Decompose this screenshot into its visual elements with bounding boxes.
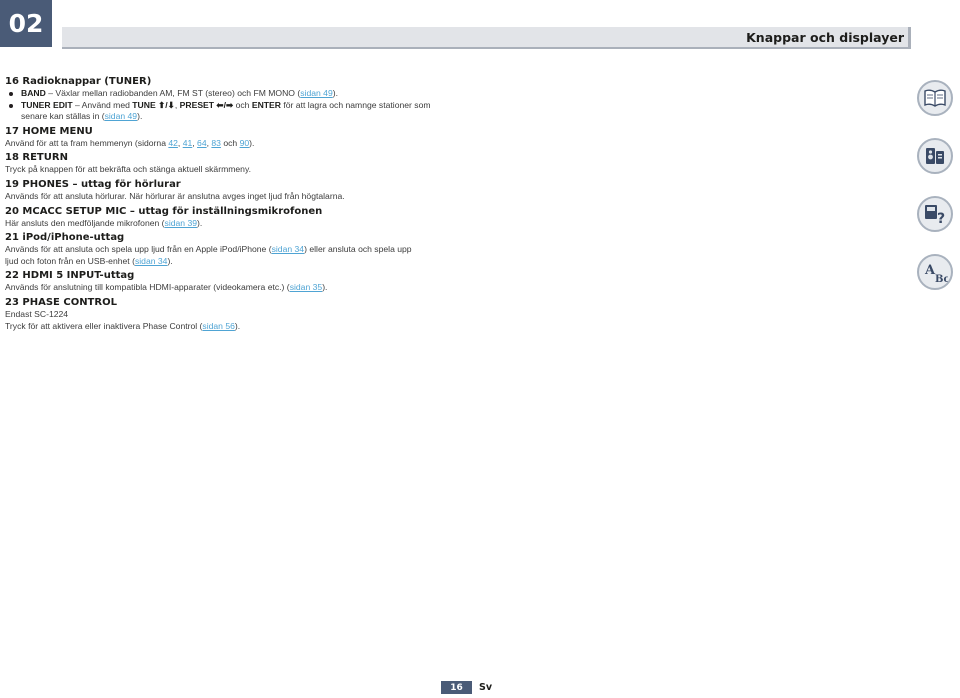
svg-text:Bc: Bc bbox=[935, 274, 948, 284]
remote-receiver-icon[interactable] bbox=[917, 138, 953, 174]
book-icon[interactable] bbox=[917, 80, 953, 116]
body-text: Tryck på knappen för att bekräfta och st… bbox=[5, 164, 455, 176]
text-run: Endast SC-1224 bbox=[5, 308, 69, 319]
svg-text:?: ? bbox=[937, 211, 945, 226]
body-text: Används för anslutning till kompatibla H… bbox=[5, 282, 455, 294]
body-text: Används för att ansluta och spela upp lj… bbox=[5, 244, 455, 256]
text-run: senare kan ställas in ( bbox=[21, 111, 105, 122]
section-heading: 22 HDMI 5 INPUT-uttag bbox=[5, 270, 135, 282]
chapter-number: 02 bbox=[0, 0, 52, 47]
body-text: Här ansluts den medföljande mikrofonen (… bbox=[5, 218, 455, 230]
text-run: för att lagra och namnge stationer som bbox=[281, 99, 431, 110]
body-text: Tryck för att aktivera eller inaktivera … bbox=[5, 321, 455, 333]
faq-icon[interactable]: ? bbox=[917, 196, 953, 232]
body-text: Endast SC-1224 bbox=[5, 309, 455, 321]
language-code: Sv bbox=[479, 682, 493, 693]
text-run: ). bbox=[249, 137, 255, 148]
section-heading: 23 PHASE CONTROL bbox=[5, 296, 117, 308]
text-run: ). bbox=[197, 217, 203, 228]
page-link[interactable]: 83 bbox=[211, 138, 221, 148]
text-run: Används för att ansluta och spela upp lj… bbox=[5, 244, 272, 255]
bullet-item: BAND – Växlar mellan radiobanden AM, FM … bbox=[5, 88, 455, 100]
text-run: – Växlar mellan radiobanden AM, FM ST (s… bbox=[45, 88, 301, 98]
section-heading: 18 RETURN bbox=[5, 152, 68, 164]
button-name: ENTER bbox=[251, 99, 281, 110]
button-name: BAND bbox=[21, 88, 46, 98]
page-link[interactable]: 42 bbox=[168, 138, 178, 148]
abc-glossary-icon[interactable]: A Bc bbox=[917, 254, 953, 290]
text-run: Använd för att ta fram hemmenyn (sidorna bbox=[5, 137, 169, 148]
page-title: Knappar och displayer bbox=[746, 30, 904, 45]
text-run: ). bbox=[332, 88, 338, 98]
button-name: TUNE ⬆/⬇ bbox=[132, 99, 175, 110]
section-heading: 17 HOME MENU bbox=[5, 125, 93, 137]
button-name: TUNER EDIT bbox=[21, 99, 73, 110]
text-run: Används för anslutning till kompatibla H… bbox=[5, 282, 290, 293]
body-text: Använd för att ta fram hemmenyn (sidorna… bbox=[5, 138, 455, 150]
page-link[interactable]: sidan 49 bbox=[105, 111, 138, 121]
text-run: ). bbox=[322, 282, 328, 293]
body-text: senare kan ställas in (sidan 49). bbox=[5, 111, 455, 123]
text-run: – Använd med bbox=[72, 99, 133, 110]
page-link[interactable]: sidan 34 bbox=[135, 256, 168, 266]
text-run: Tryck för att aktivera eller inaktivera … bbox=[5, 320, 203, 331]
page-link[interactable]: 64 bbox=[197, 138, 207, 148]
text-run: ). bbox=[137, 111, 143, 122]
section-heading: 21 iPod/iPhone-uttag bbox=[5, 232, 125, 244]
body-text: ljud och foton från en USB-enhet (sidan … bbox=[5, 256, 455, 268]
page-link[interactable]: 41 bbox=[183, 138, 193, 148]
section-heading: 16 Radioknappar (TUNER) bbox=[5, 76, 152, 87]
page-link[interactable]: sidan 49 bbox=[300, 88, 333, 98]
page-link[interactable]: sidan 34 bbox=[272, 244, 305, 254]
text-run: Tryck på knappen för att bekräfta och st… bbox=[5, 164, 251, 175]
text-run: och bbox=[220, 137, 240, 148]
page-link[interactable]: sidan 56 bbox=[202, 321, 235, 331]
page-number: 16 bbox=[441, 681, 472, 694]
page-link[interactable]: sidan 39 bbox=[165, 218, 198, 228]
text-run: Här ansluts den medföljande mikrofonen ( bbox=[5, 217, 165, 228]
bullet-item: TUNER EDIT – Använd med TUNE ⬆/⬇, PRESET… bbox=[5, 100, 455, 112]
button-name: PRESET ⬅/➡ bbox=[179, 99, 234, 110]
text-run: Används för att ansluta hörlurar. När hö… bbox=[5, 190, 345, 201]
page-link[interactable]: 90 bbox=[240, 138, 250, 148]
section-heading: 20 MCACC SETUP MIC – uttag för inställni… bbox=[5, 205, 323, 217]
section-heading: 19 PHONES – uttag för hörlurar bbox=[5, 178, 181, 190]
page-link[interactable]: sidan 35 bbox=[290, 282, 323, 292]
text-run: ljud och foton från en USB-enhet ( bbox=[5, 255, 135, 266]
text-run: ). bbox=[167, 255, 173, 266]
text-run: och bbox=[233, 99, 252, 110]
text-run: ). bbox=[234, 320, 241, 331]
main-content: 16 Radioknappar (TUNER) BAND – Växlar mel… bbox=[5, 76, 455, 332]
body-text: Används för att ansluta hörlurar. När hö… bbox=[5, 191, 455, 203]
text-run: ) eller ansluta och spela upp bbox=[304, 244, 412, 255]
